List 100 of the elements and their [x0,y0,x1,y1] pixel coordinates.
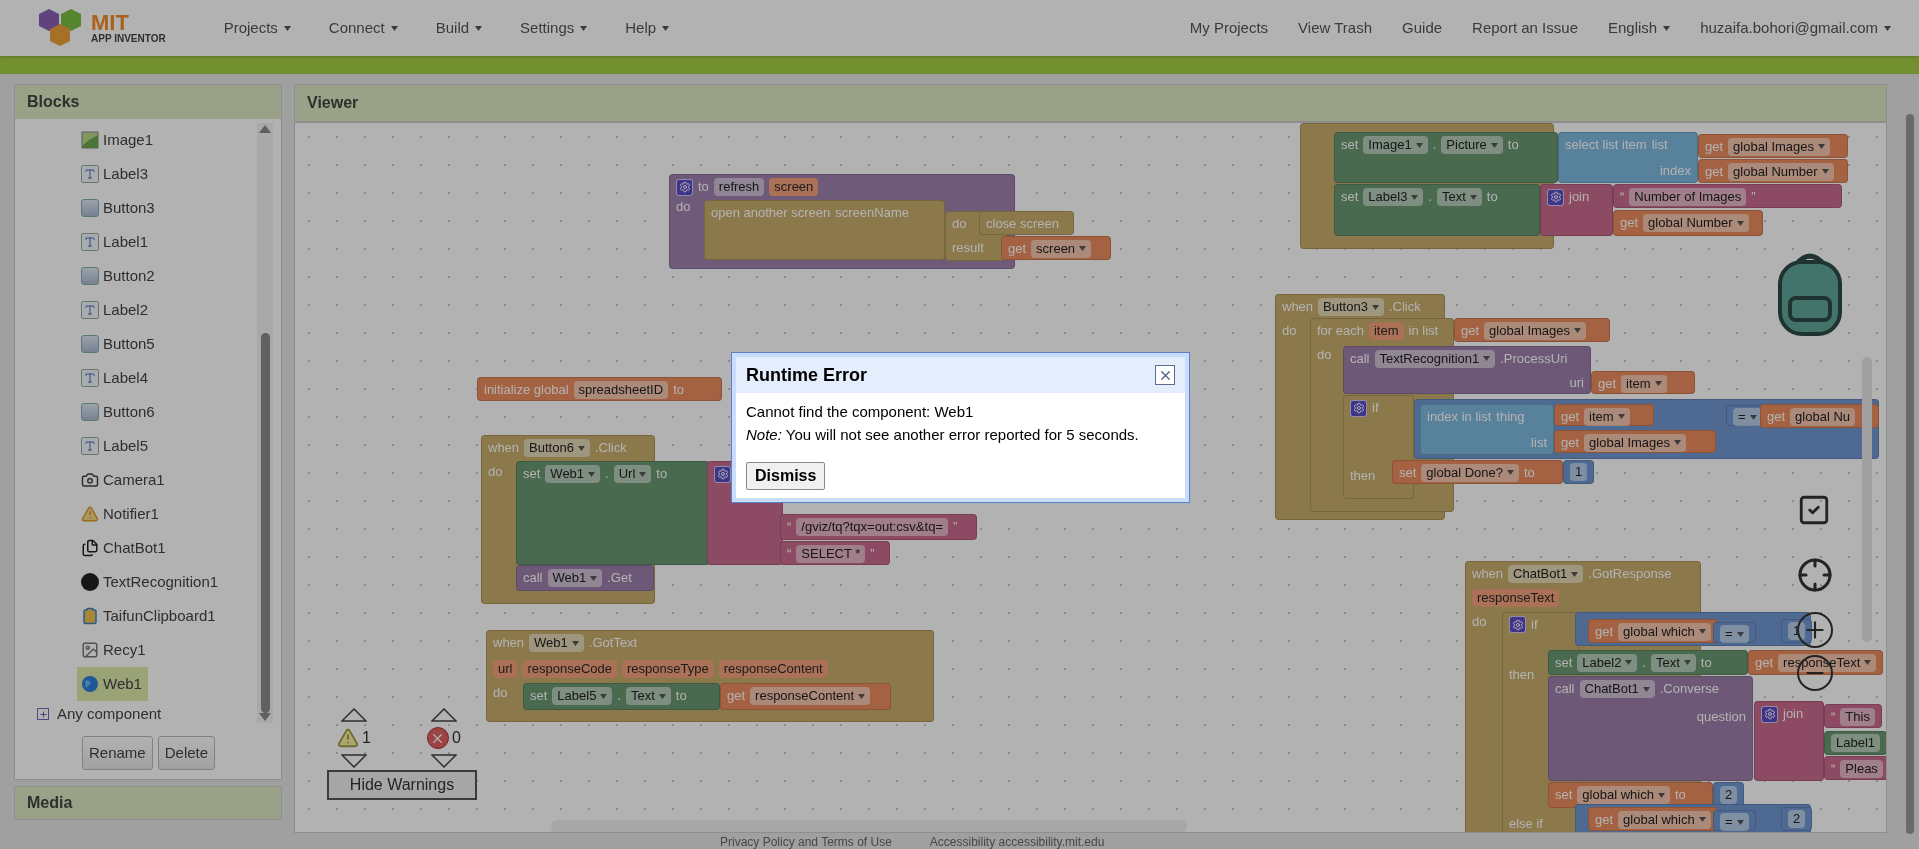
tree-item[interactable]: Button5 [77,327,161,361]
tree-item[interactable]: Image1 [77,123,160,157]
code-block[interactable]: 2 [1781,807,1813,831]
tree-item[interactable]: Camera1 [77,463,171,497]
footer-link[interactable]: Privacy Policy and Terms of Use [720,835,892,849]
hide-warnings-button[interactable]: Hide Warnings [327,770,477,800]
code-block[interactable]: set Label3 . Text to [1334,184,1540,236]
tree-item[interactable]: Label5 [77,429,155,463]
tree-item[interactable]: Button2 [77,259,161,293]
tree-item[interactable]: TextRecognition1 [77,565,225,599]
next-warning-icon[interactable] [340,754,367,768]
block-label: to [1486,188,1498,207]
code-block[interactable]: “ Number of Images ” [1613,184,1842,208]
code-block[interactable]: “ SELECT * ” [780,541,890,565]
code-block[interactable]: set Image1 . Picture to select list item list index get global Images get global Number set Label3 . Text to join “ Number of Images ” get global Number [1300,123,1858,249]
code-block[interactable]: get global which [1588,807,1718,831]
previous-error-icon[interactable] [430,708,457,722]
code-block[interactable] [1465,561,1886,832]
code-block[interactable]: get global Images [1454,318,1610,342]
code-block[interactable]: 1 [1563,460,1595,484]
code-block[interactable]: get global which [1588,619,1718,643]
cleanup-icon[interactable] [1797,493,1831,527]
parameter-tag[interactable]: url [493,660,518,678]
menu-button[interactable]: Settings [520,16,588,40]
vertical-scrollbar[interactable] [1862,357,1872,642]
code-block[interactable]: join [1754,701,1824,781]
scrollbar-thumb[interactable] [260,333,270,713]
code-block[interactable]: set global Done? to [1392,460,1563,484]
parameter-tag[interactable]: responseText [1472,589,1560,607]
code-block[interactable]: = [1713,622,1756,643]
tree-item[interactable]: Button6 [77,395,161,429]
recenter-icon[interactable] [1797,557,1833,593]
parameter-tag[interactable]: responseCode [522,660,617,678]
code-block[interactable]: get global Images [1554,430,1716,453]
tree-item[interactable]: TaifunClipboard1 [77,599,222,633]
block-label: for each [1317,322,1364,341]
previous-warning-icon[interactable] [340,708,367,722]
close-button[interactable] [1155,365,1175,385]
code-block[interactable]: “ Pleas [1824,756,1886,780]
nav-link[interactable]: My Projects [1189,16,1269,40]
code-block[interactable]: when Web1 .GotText url responseCode responseType responseContent do set Label5 . Text to get responseContent [486,630,934,722]
menu-button[interactable]: Build [435,16,483,40]
code-block[interactable]: get global Number [1613,210,1763,236]
tree-item-label[interactable]: Any component [57,703,162,726]
page-scrollbar[interactable] [1906,114,1914,834]
menu-button[interactable]: Projects [223,16,291,40]
panel-button[interactable]: Delete [157,735,216,770]
code-block[interactable]: set Web1 . Url to [516,461,710,565]
code-block[interactable]: get item [1554,404,1654,426]
tree-item[interactable]: Label4 [77,361,155,395]
footer-link[interactable]: Accessibility accessibility.mit.edu [929,835,1105,849]
nav-link[interactable]: Report an Issue [1472,16,1578,40]
code-block[interactable]: get screen [1001,236,1111,260]
code-block[interactable]: Label1 [1824,731,1886,755]
dismiss-button[interactable]: Dismiss [746,462,826,490]
tree-item[interactable]: Recy1 [77,633,152,667]
scroll-up-icon[interactable] [259,125,271,133]
code-block[interactable]: get item [1591,371,1695,394]
code-block[interactable]: set Label2 . Text to [1548,650,1748,675]
parameter-tag[interactable]: responseContent [718,660,828,678]
gear-icon[interactable] [1547,188,1564,206]
code-block[interactable]: get responseContent [720,683,891,710]
code-block[interactable]: “ This [1824,704,1882,728]
code-block[interactable]: set Image1 . Picture to [1334,132,1558,183]
code-block[interactable]: call Web1 .Get [516,565,654,591]
code-block[interactable]: call ChatBot1 .Converse question [1548,676,1753,781]
nav-link[interactable]: View Trash [1298,16,1373,40]
gear-icon[interactable] [676,178,693,196]
blocks-canvas[interactable] [294,122,1887,833]
code-block[interactable]: = [1713,810,1756,831]
tree-item[interactable]: Label2 [77,293,155,327]
account-menu[interactable]: huzaifa.bohori@gmail.com [1700,16,1891,40]
menu-button[interactable]: Help [625,16,670,40]
code-block[interactable]: “ /gviz/tq?tqx=out:csv&tq= ” [780,514,977,540]
code-block[interactable]: join [1540,184,1613,236]
expand-icon[interactable] [37,708,49,721]
gear-icon[interactable] [1761,705,1778,723]
nav-link[interactable]: Guide [1402,16,1443,40]
tree-item[interactable]: Web1 [77,667,148,701]
tree-item[interactable]: Button3 [77,191,161,225]
parameter-tag[interactable]: responseType [622,660,714,678]
menu-button[interactable]: Connect [328,16,398,40]
gear-icon[interactable] [714,465,731,483]
code-block[interactable]: get global Nu [1760,404,1879,428]
tree-item[interactable]: Label3 [77,157,155,191]
code-block[interactable]: get global Images [1698,134,1848,158]
tree-item[interactable]: Notifier1 [77,497,165,531]
tree-item[interactable]: Label1 [77,225,155,259]
parameter-tag[interactable]: screen [769,178,819,196]
tree-item[interactable]: ChatBot1 [77,531,172,565]
code-block[interactable]: set Label5 . Text to [523,683,720,710]
horizontal-scrollbar[interactable] [551,820,1187,832]
gear-icon[interactable] [1350,399,1367,417]
panel-button[interactable]: Rename [82,735,153,770]
gear-icon[interactable] [1509,616,1526,634]
language-menu[interactable]: English [1608,16,1671,40]
code-block[interactable]: get global Number [1698,159,1848,183]
next-error-icon[interactable] [430,754,457,768]
code-block[interactable]: initialize global spreadsheetID to [477,377,722,401]
parameter-tag[interactable]: item [1369,322,1404,340]
